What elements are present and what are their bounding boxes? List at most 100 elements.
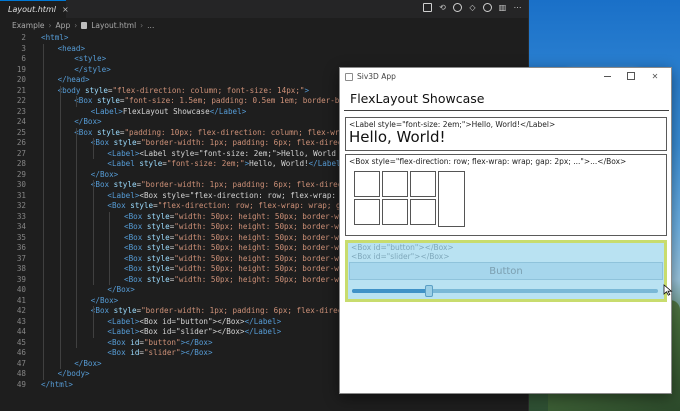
code-text: <Box id="slider"></Box>: [107, 348, 212, 359]
code-token: </Box>: [74, 358, 102, 368]
code-token: <Box: [124, 253, 147, 263]
code-token: style: [113, 306, 137, 315]
maximize-button[interactable]: [619, 70, 643, 82]
line-number: 24: [16, 117, 26, 126]
code-token: style: [97, 127, 120, 137]
code-token: </Box>: [107, 285, 135, 294]
code-token: <Label>: [90, 106, 123, 116]
line-number: 47: [16, 358, 26, 368]
line-number: 21: [16, 85, 26, 95]
open-preview-icon[interactable]: [423, 3, 432, 12]
compare-icon[interactable]: ⟲: [438, 3, 447, 12]
code-token: <Box: [124, 274, 147, 284]
tab-bar: Layout.html × ⟲ ◇ ▥ ⋯: [0, 0, 528, 18]
code-token: <Label: [107, 159, 140, 168]
line-number: 20: [16, 75, 26, 84]
code-token: <body: [57, 85, 86, 95]
line-number: 22: [16, 96, 26, 105]
chevron-right-icon: ›: [48, 20, 52, 30]
breadcrumb-item[interactable]: App: [56, 21, 71, 30]
close-button[interactable]: ✕: [643, 70, 667, 82]
line-number: 3: [21, 43, 26, 53]
more-actions-icon[interactable]: ⋯: [513, 3, 522, 12]
line-number: 37: [16, 253, 26, 263]
line-number: 45: [16, 337, 26, 347]
file-icon: [81, 21, 88, 29]
code-token: style: [113, 138, 137, 147]
code-text: <Box style="width: 50px; height: 50px; b…: [124, 212, 362, 223]
line-number: 31: [16, 190, 26, 200]
title-bar[interactable]: Siv3D App ✕: [340, 68, 671, 85]
code-text: <Box style="width: 50px; height: 50px; b…: [124, 243, 362, 254]
grid-box: [382, 199, 408, 225]
tab-label: Layout.html: [8, 5, 56, 14]
code-token: "width: 50px; height: 50px; border-width…: [174, 232, 362, 242]
code-line[interactable]: 3 <head>: [0, 44, 528, 55]
slider[interactable]: [352, 285, 658, 297]
window-title: Siv3D App: [357, 72, 396, 81]
slider-fill: [352, 289, 429, 293]
code-token: style: [146, 274, 170, 284]
code-line[interactable]: 6 <style>: [0, 54, 528, 65]
code-text: </body>: [58, 369, 90, 380]
line-number: 40: [16, 285, 26, 294]
code-token: style: [146, 264, 170, 273]
run-icon[interactable]: [483, 3, 492, 12]
split-editor-icon[interactable]: ▥: [498, 3, 507, 12]
line-number: 29: [16, 169, 26, 179]
minimize-icon: [603, 75, 611, 77]
code-text: <Label><Box id="slider"></Box></Label>: [107, 327, 281, 338]
code-token: style: [85, 85, 108, 95]
label-demo-panel: <Label style="font-size: 2em;">Hello, Wo…: [345, 117, 667, 151]
breadcrumb-item[interactable]: Example: [12, 21, 45, 30]
code-token: </Label>: [209, 106, 247, 116]
code-token: "width: 50px; height: 50px; border-width…: [174, 274, 362, 284]
slider-thumb[interactable]: [424, 285, 433, 297]
code-token: FlexLayout Showcase: [122, 106, 210, 116]
box-grid: [354, 171, 465, 228]
code-text: <html>: [41, 33, 68, 44]
code-token: <Box style="flex-direction: row; flex-wr…: [139, 190, 350, 200]
line-number: 44: [16, 327, 26, 336]
go-forward-icon[interactable]: ◇: [468, 3, 477, 12]
code-token: style: [146, 253, 170, 263]
app-icon: [345, 72, 353, 81]
code-text: <style>: [74, 54, 106, 65]
code-text: <Box style="flex-direction: row; flex-wr…: [107, 201, 363, 212]
tab-close-icon[interactable]: ×: [62, 5, 69, 14]
breadcrumb-item[interactable]: Layout.html: [91, 21, 136, 30]
line-number: 28: [16, 159, 26, 168]
code-text: <Box style="width: 50px; height: 50px; b…: [124, 233, 362, 244]
indent-guide: [76, 96, 78, 107]
code-token: </Label>: [244, 327, 282, 336]
mouse-pointer-icon: [663, 284, 673, 296]
breadcrumb-item[interactable]: ...: [147, 21, 154, 30]
code-token: "width: 50px; height: 50px; border-width…: [174, 222, 362, 231]
code-token: <style>: [74, 54, 107, 63]
code-token: ></Box>: [180, 337, 213, 347]
code-token: <Box: [107, 337, 131, 347]
line-number: 38: [16, 264, 26, 273]
line-number: 42: [16, 306, 26, 315]
code-token: <html>: [41, 33, 69, 42]
code-text: <Box id="button"></Box>: [107, 338, 212, 349]
close-icon: ✕: [651, 71, 659, 81]
code-text: <Box style="width: 50px; height: 50px; b…: [124, 275, 362, 286]
button[interactable]: Button: [349, 262, 663, 280]
line-number: 43: [16, 316, 26, 326]
code-line[interactable]: 2 <html>: [0, 33, 528, 44]
tab-layout-html[interactable]: Layout.html ×: [0, 0, 69, 18]
code-token: <Label>: [107, 148, 140, 158]
minimize-button[interactable]: [595, 70, 619, 82]
code-text: <Box style="width: 50px; height: 50px; b…: [124, 264, 362, 275]
go-back-icon[interactable]: [453, 3, 462, 12]
window-controls: ✕: [595, 70, 667, 82]
code-token: style: [146, 243, 170, 252]
code-token: <Box: [124, 211, 147, 221]
code-token: style: [130, 201, 154, 210]
code-token: </Box>: [74, 117, 102, 126]
line-number: 48: [16, 369, 26, 378]
code-token: >: [304, 85, 310, 95]
code-token: <Box: [90, 180, 114, 189]
line-number: 27: [16, 148, 26, 158]
